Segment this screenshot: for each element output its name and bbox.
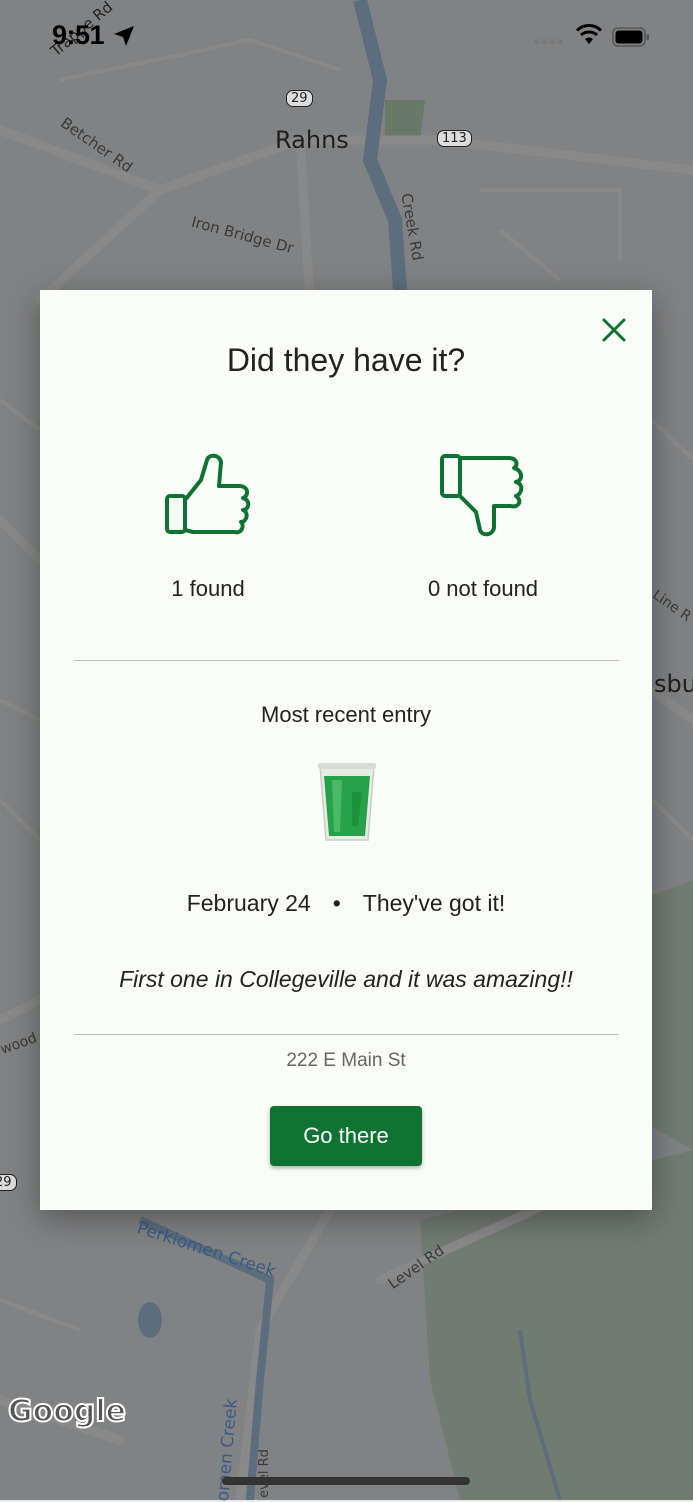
dialog-title: Did they have it? [226, 342, 466, 378]
place-label-rahns: Rahns [275, 126, 349, 154]
home-indicator[interactable] [222, 1477, 470, 1485]
divider [74, 1034, 619, 1035]
road-label-evel-rd: evel Rd [256, 1449, 272, 1498]
did-they-have-it-dialog: Did they have it? 1 found 0 not found Mo… [40, 290, 652, 1210]
battery-icon [612, 27, 649, 47]
google-logo: Google [7, 1393, 127, 1430]
entry-meta: February 24 • They've got it! [40, 890, 652, 917]
route-shield-29: 29 [286, 90, 313, 107]
most-recent-entry-heading: Most recent entry [261, 702, 431, 727]
location-arrow-icon [114, 26, 134, 46]
route-shield-113: 113 [437, 130, 472, 147]
thumbs-up-icon [165, 453, 251, 535]
not-found-vote-button[interactable]: 0 not found [383, 450, 583, 602]
not-found-count-label: 0 not found [427, 576, 539, 601]
wifi-icon [575, 24, 603, 44]
entry-status: They've got it! [362, 890, 506, 916]
found-vote-button[interactable]: 1 found [108, 450, 308, 602]
cellular-signal-icon [534, 39, 563, 44]
status-time: 9:51 [52, 20, 105, 50]
go-there-button[interactable]: Go there [270, 1106, 422, 1166]
entry-separator: • [332, 890, 341, 916]
found-count-label: 1 found [171, 576, 245, 601]
thumbs-down-icon [440, 454, 524, 537]
drink-photo[interactable] [318, 762, 376, 844]
store-address: 222 E Main St [286, 1050, 406, 1071]
place-label-partial: sbu [654, 670, 693, 698]
entry-comment: First one in Collegeville and it was ama… [119, 966, 573, 992]
divider [74, 660, 619, 661]
entry-date: February 24 [186, 890, 311, 916]
close-icon[interactable] [600, 316, 628, 344]
status-bar: 9:51 [0, 0, 693, 80]
route-shield-29-left: 29 [0, 1174, 17, 1191]
